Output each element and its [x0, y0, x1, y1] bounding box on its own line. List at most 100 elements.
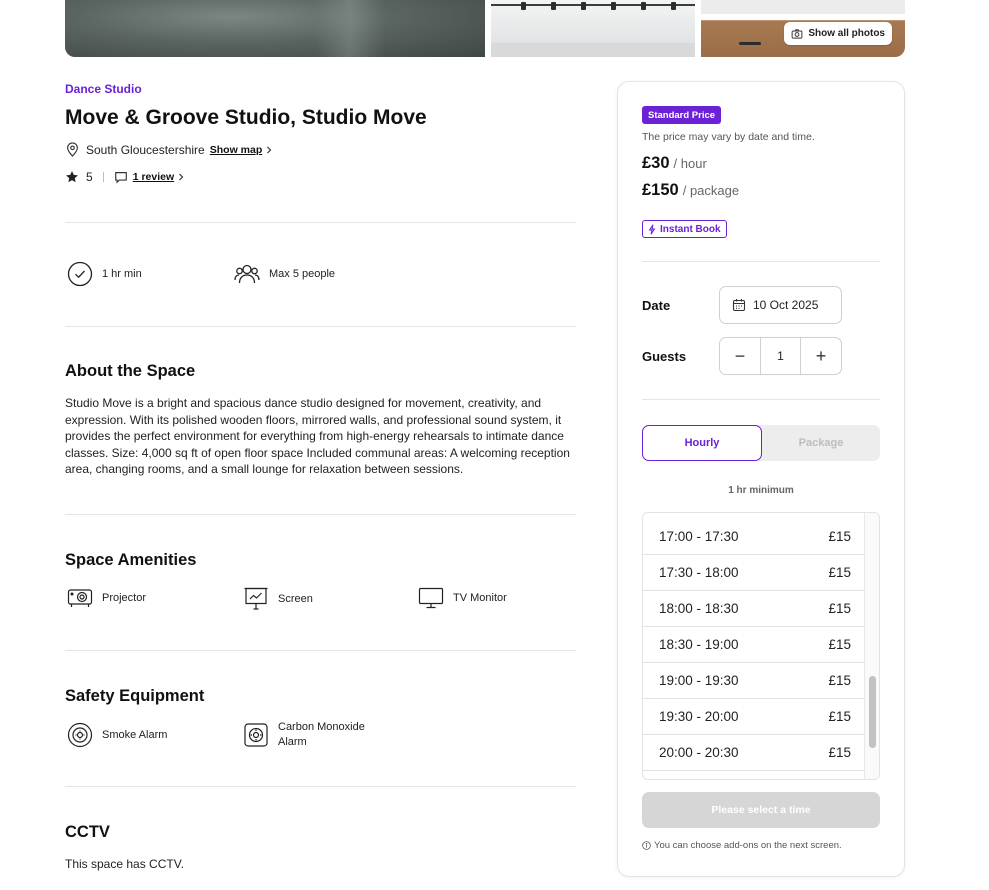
date-label: Date — [642, 298, 671, 313]
slot-time: 19:00 - 19:30 — [659, 673, 739, 688]
slot-time: 17:00 - 17:30 — [659, 529, 739, 544]
guests-stepper: − 1 + — [719, 337, 842, 375]
safety-label-line2: Alarm — [278, 736, 307, 748]
safety-label-line1: Carbon Monoxide — [278, 721, 365, 733]
smoke-alarm-icon — [67, 722, 93, 748]
instant-book-badge: Instant Book — [642, 220, 727, 238]
rating-row: 5 1 review — [65, 170, 185, 184]
location-pin-icon — [67, 142, 78, 157]
photo-detail — [581, 2, 586, 10]
time-slot[interactable]: 17:30 - 18:00 £15 — [643, 555, 865, 591]
package-price-unit: / package — [682, 183, 740, 198]
photo-main[interactable] — [65, 0, 485, 57]
slot-time: 18:00 - 18:30 — [659, 601, 739, 616]
cctv-text: This space has CCTV. — [65, 857, 184, 871]
photo-detail — [739, 42, 761, 45]
photo-secondary[interactable] — [491, 0, 695, 57]
location-row: South Gloucestershire Show map — [65, 142, 273, 157]
safety-heading: Safety Equipment — [65, 687, 205, 705]
select-time-button[interactable]: Please select a time — [642, 792, 880, 828]
scrollbar[interactable] — [864, 513, 879, 779]
divider — [65, 326, 576, 327]
lightning-icon — [648, 224, 656, 234]
slot-price: £15 — [828, 709, 851, 724]
feature-label: Max 5 people — [269, 268, 336, 280]
amenity-label: TV Monitor — [453, 592, 507, 604]
decrement-guests-button[interactable]: − — [720, 338, 760, 374]
guests-label: Guests — [642, 349, 687, 364]
location-text: South Gloucestershire — [86, 142, 205, 157]
amenities-heading: Space Amenities — [65, 551, 197, 569]
show-all-photos-label: Show all photos — [808, 28, 885, 39]
photo-detail — [521, 2, 526, 10]
photo-gallery[interactable]: Show all photos — [65, 0, 905, 57]
feature-min-hours: 1 hr min — [67, 261, 142, 287]
time-slot[interactable]: 18:00 - 18:30 £15 — [643, 591, 865, 627]
time-slot-list[interactable]: 17:00 - 17:30 £15 17:30 - 18:00 £15 18:00 … — [642, 512, 880, 780]
show-map-link[interactable]: Show map — [210, 144, 263, 156]
hourly-price: £30 / hour — [642, 154, 707, 173]
guests-value[interactable]: 1 — [760, 338, 801, 374]
reviews-link[interactable]: 1 review — [133, 171, 174, 183]
time-slot[interactable]: 18:30 - 19:00 £15 — [643, 627, 865, 663]
check-circle-icon — [67, 261, 93, 287]
photo-detail — [611, 2, 616, 10]
booking-type-toggle: Hourly Package — [642, 425, 880, 461]
about-description: Studio Move is a bright and spacious dan… — [65, 396, 570, 477]
photo-detail — [491, 43, 695, 57]
category-label: Dance Studio — [65, 82, 142, 96]
time-slot[interactable]: 17:00 - 17:30 £15 — [643, 519, 865, 555]
slot-price: £15 — [828, 745, 851, 760]
instant-book-label: Instant Book — [660, 223, 721, 235]
divider — [65, 514, 576, 515]
slot-price: £15 — [828, 565, 851, 580]
info-icon — [642, 841, 651, 850]
screen-icon — [244, 587, 268, 610]
feature-max-people: Max 5 people — [234, 261, 335, 287]
slot-price: £15 — [828, 673, 851, 688]
date-value: 10 Oct 2025 — [753, 298, 819, 312]
photo-detail — [641, 2, 646, 10]
chevron-right-icon — [267, 146, 272, 153]
scrollbar-thumb[interactable] — [869, 676, 876, 748]
show-all-photos-button[interactable]: Show all photos — [784, 22, 892, 45]
hourly-price-amount: £30 — [642, 154, 670, 172]
time-slot[interactable]: 20:00 - 20:30 £15 — [643, 735, 865, 771]
safety-label: Carbon Monoxide Alarm — [278, 720, 365, 750]
co-alarm-icon — [244, 723, 268, 747]
amenity-tv-monitor: TV Monitor — [418, 586, 507, 610]
hourly-price-unit: / hour — [673, 156, 707, 171]
divider — [102, 172, 104, 182]
slot-time: 20:00 - 20:30 — [659, 745, 739, 760]
slot-price: £15 — [828, 601, 851, 616]
photo-detail — [551, 2, 556, 10]
tab-hourly[interactable]: Hourly — [642, 425, 762, 461]
slot-time: 17:30 - 18:00 — [659, 565, 739, 580]
slot-time: 18:30 - 19:00 — [659, 637, 739, 652]
camera-icon — [791, 28, 803, 39]
safety-label: Smoke Alarm — [102, 729, 168, 741]
people-icon — [234, 264, 260, 284]
rating-value: 5 — [86, 170, 93, 184]
amenity-label: Projector — [102, 592, 147, 604]
increment-guests-button[interactable]: + — [801, 338, 841, 374]
price-vary-note: The price may vary by date and time. — [642, 131, 815, 143]
slot-price: £15 — [828, 529, 851, 544]
comment-icon — [114, 172, 127, 184]
feature-label: 1 hr min — [102, 268, 142, 280]
time-slot[interactable]: 19:30 - 20:00 £15 — [643, 699, 865, 735]
tv-monitor-icon — [418, 587, 444, 609]
projector-icon — [67, 589, 93, 607]
about-heading: About the Space — [65, 362, 196, 380]
photo-tertiary[interactable]: Show all photos — [701, 0, 905, 57]
time-slot-items: 17:00 - 17:30 £15 17:30 - 18:00 £15 18:00 … — [643, 519, 865, 771]
divider — [642, 399, 880, 400]
amenity-projector: Projector — [67, 586, 146, 610]
date-picker[interactable]: 10 Oct 2025 — [719, 286, 842, 324]
time-slot[interactable]: 19:00 - 19:30 £15 — [643, 663, 865, 699]
photo-detail — [671, 2, 676, 10]
star-icon — [66, 171, 78, 183]
minimum-note: 1 hr minimum — [728, 485, 794, 496]
package-price: £150 / package — [642, 181, 739, 200]
tab-package[interactable]: Package — [762, 425, 880, 461]
